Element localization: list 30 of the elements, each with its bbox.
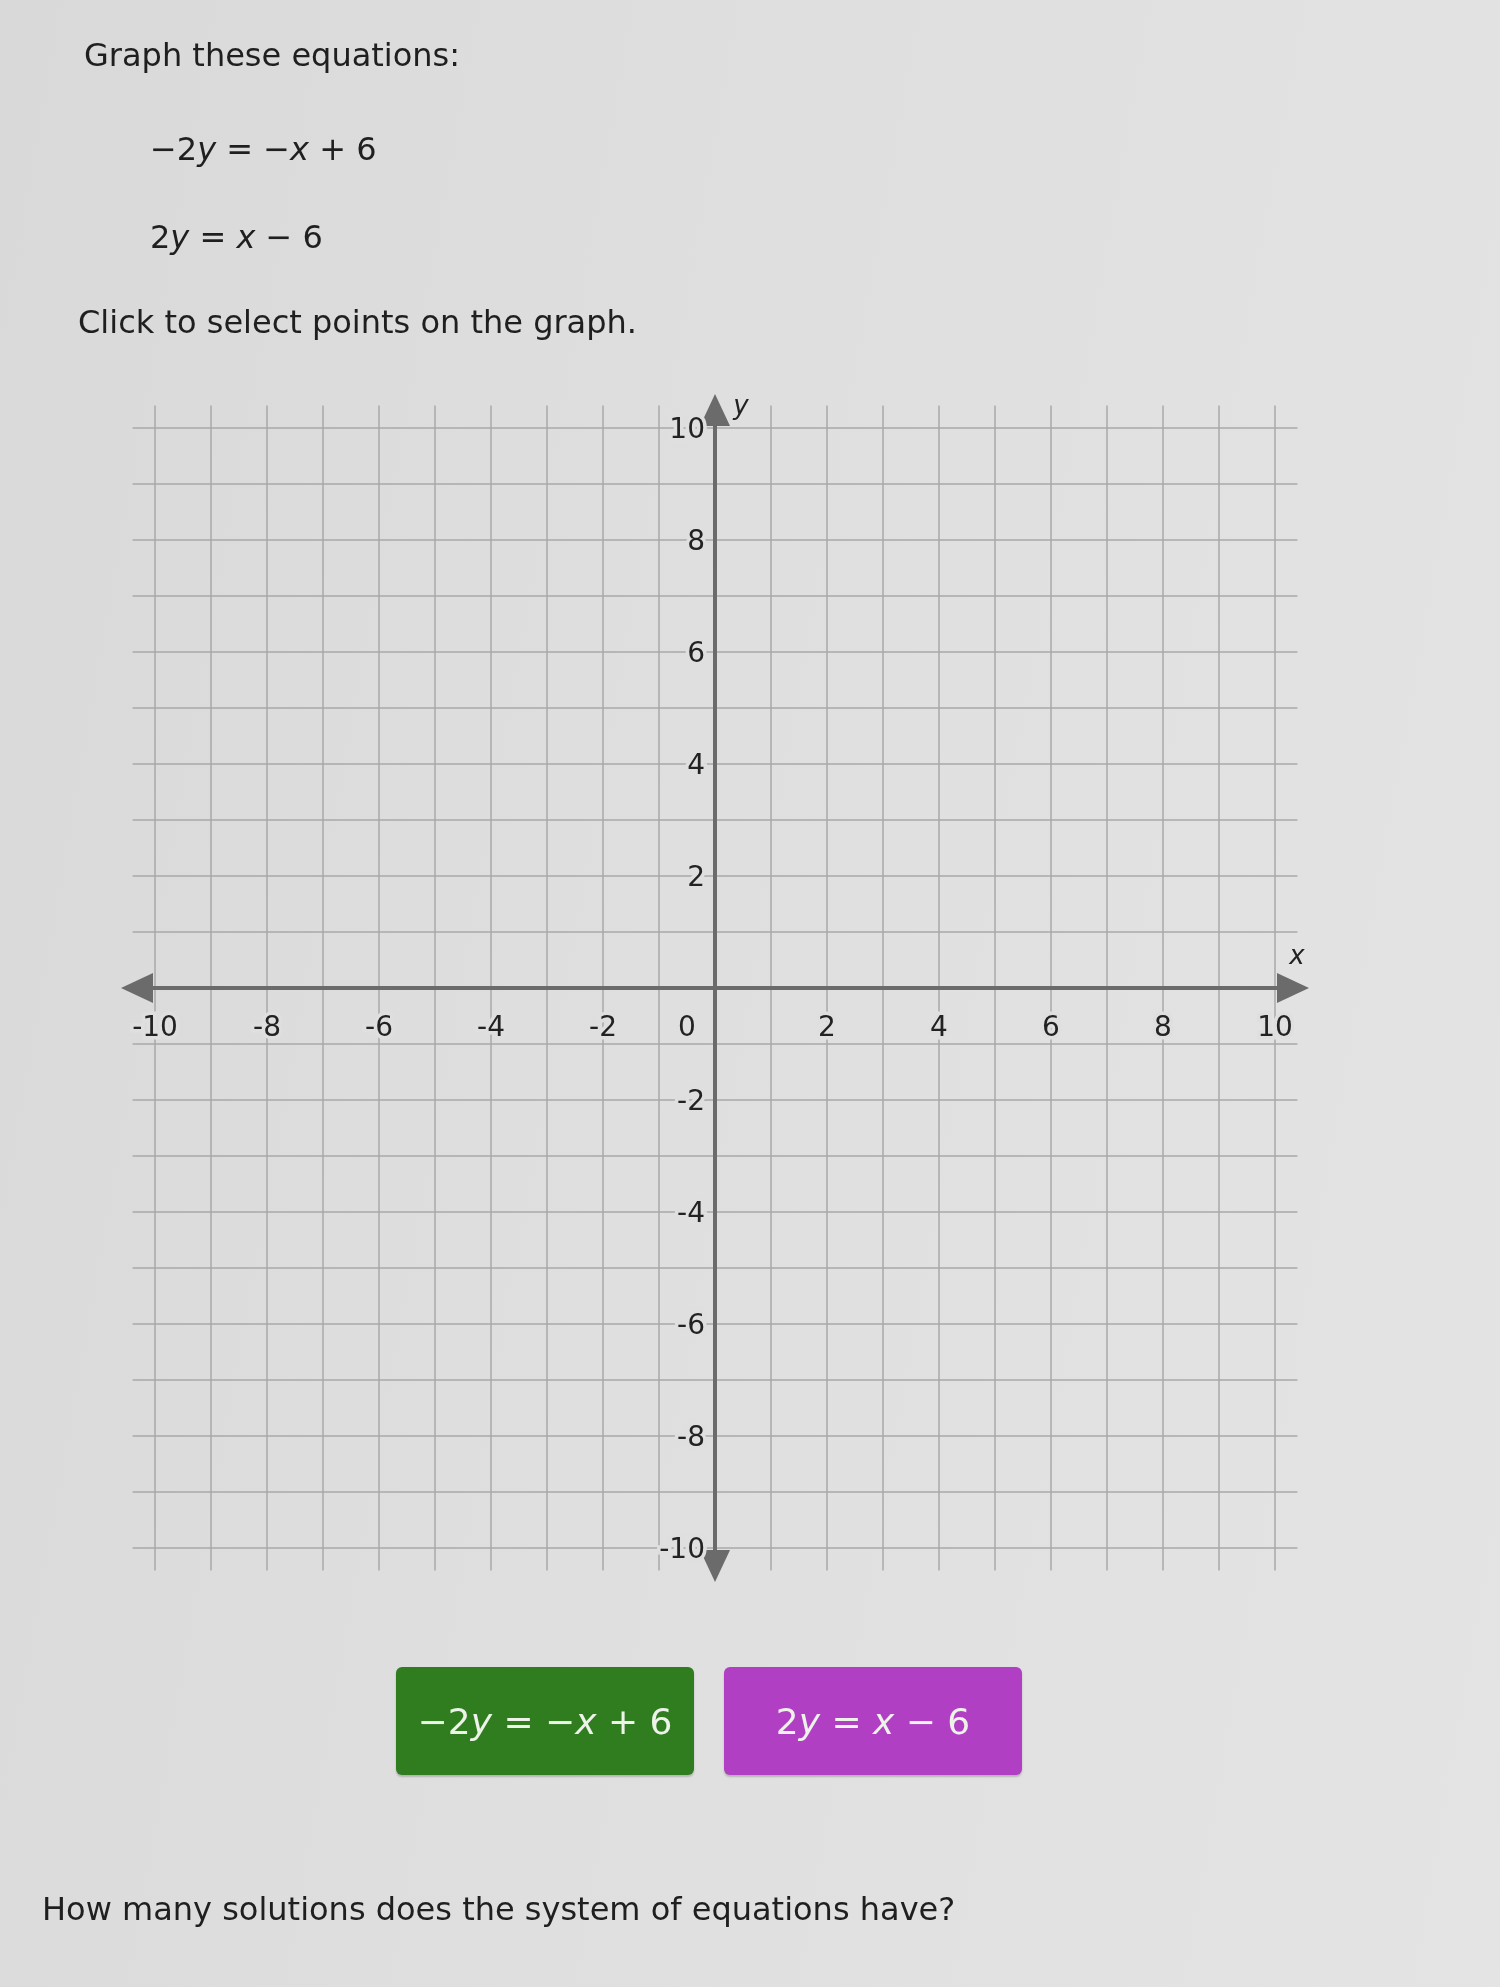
tick-label: 4 — [930, 1010, 948, 1043]
tick-label: -10 — [659, 1532, 705, 1565]
tick-label: 2 — [687, 860, 705, 893]
tick-label: -6 — [677, 1308, 705, 1341]
axis-label: y — [733, 390, 749, 420]
tick-label: 10 — [1257, 1010, 1293, 1043]
tick-label: -6 — [365, 1010, 393, 1043]
equation-line-button[interactable]: −2y = −x + 6 — [396, 1667, 694, 1775]
instruction-text: Click to select points on the graph. — [78, 303, 637, 341]
tick-label: -2 — [677, 1084, 705, 1117]
equation-line-button[interactable]: 2y = x − 6 — [724, 1667, 1022, 1775]
tick-label: -4 — [677, 1196, 705, 1229]
tick-label: 4 — [687, 748, 705, 781]
axis-label: x — [1289, 940, 1305, 970]
tick-label: -10 — [132, 1010, 178, 1043]
tick-label: 6 — [687, 636, 705, 669]
equation: −2y = −x + 6 — [150, 130, 377, 168]
tick-label: -8 — [677, 1420, 705, 1453]
question-text: How many solutions does the system of equations have? — [42, 1890, 956, 1928]
tick-label: 8 — [1154, 1010, 1172, 1043]
tick-label: -8 — [253, 1010, 281, 1043]
tick-label: -2 — [589, 1010, 617, 1043]
tick-label: 10 — [669, 412, 705, 445]
tick-label: 8 — [687, 524, 705, 557]
equation: 2y = x − 6 — [150, 218, 323, 256]
tick-label: -4 — [477, 1010, 505, 1043]
tick-label: 6 — [1042, 1010, 1060, 1043]
prompt-heading: Graph these equations: — [84, 36, 460, 74]
tick-label: 2 — [818, 1010, 836, 1043]
tick-label: 0 — [678, 1010, 696, 1043]
